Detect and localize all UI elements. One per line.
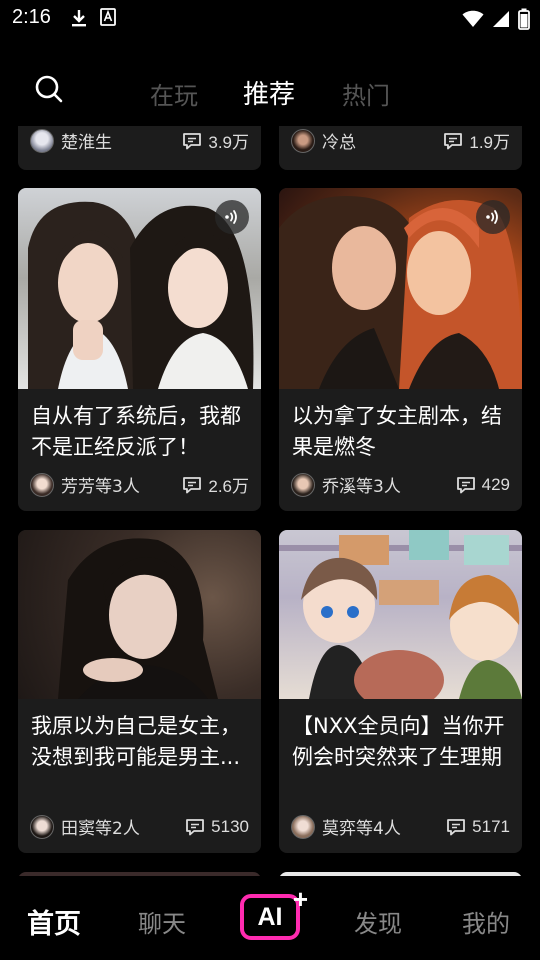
tab-hot[interactable]: 热门 — [342, 76, 390, 111]
comment-icon — [183, 476, 202, 493]
comment-icon — [183, 132, 202, 149]
comment-count: 2.6万 — [182, 472, 249, 497]
card-author: 冷总 — [291, 128, 356, 153]
count-value: 5171 — [472, 816, 510, 836]
voice-button[interactable] — [215, 200, 249, 234]
battery-icon — [518, 8, 530, 30]
status-bar: 2:16 — [0, 0, 540, 36]
avatar — [291, 814, 315, 839]
card-cover-image — [18, 530, 261, 699]
status-icons-right — [462, 8, 530, 30]
card-title: 【NXX全员向】当你开例会时突然来了生理期 — [292, 714, 505, 769]
card-author: 楚淮生 — [30, 128, 112, 153]
cover-illustration — [58, 538, 218, 699]
partial-card-left[interactable]: 楚淮生 3.9万 — [18, 126, 261, 170]
card-meta: 莫弈等4人 5171 — [291, 814, 510, 839]
card-meta: 芳芳等3人 2.6万 — [30, 472, 249, 497]
comment-icon — [456, 476, 475, 493]
status-time: 2:16 — [12, 6, 51, 28]
card-cover-image — [279, 530, 522, 699]
top-nav: 在玩 推荐 热门 — [0, 60, 540, 120]
avatar — [291, 472, 315, 497]
card-title: 自从有了系统后，我都不是正经反派了！ — [31, 404, 241, 459]
feed: 楚淮生 3.9万 冷总 1.9万 自从有了系统后，我都不是正经反派了！ 芳芳等3… — [0, 126, 540, 876]
count-value: 2.6万 — [208, 477, 249, 496]
download-icon — [72, 10, 86, 27]
story-card[interactable]: 自从有了系统后，我都不是正经反派了！ 芳芳等3人 2.6万 — [18, 188, 261, 511]
comment-count: 429 — [456, 475, 510, 495]
count-value: 5130 — [211, 816, 249, 836]
comment-count: 3.9万 — [182, 128, 249, 153]
voice-button[interactable] — [476, 200, 510, 234]
partial-card-right[interactable]: 冷总 1.9万 — [279, 126, 522, 170]
card-author: 芳芳等3人 — [30, 472, 140, 497]
plus-icon: + — [292, 884, 308, 914]
tab-recommended[interactable]: 推荐 — [243, 74, 295, 111]
comment-count: 5130 — [185, 817, 249, 837]
nav-home[interactable]: 首页 — [27, 902, 81, 941]
card-author: 乔溪等3人 — [291, 472, 401, 497]
avatar — [30, 472, 54, 497]
author-name: 冷总 — [322, 133, 356, 153]
story-card[interactable]: 我原以为自己是女主，没想到我可能是男主... 田窦等2人 5130 — [18, 530, 261, 853]
author-name: 楚淮生 — [61, 133, 112, 153]
card-title: 以为拿了女主剧本，结果是燃冬 — [292, 404, 502, 459]
signal-icon — [493, 11, 509, 27]
author-name: 田窦等2人 — [61, 819, 140, 839]
avatar — [291, 128, 315, 153]
card-cover-image — [279, 188, 522, 389]
nav-chat[interactable]: 聊天 — [138, 904, 186, 939]
card-meta: 田窦等2人 5130 — [30, 814, 249, 839]
tab-playing[interactable]: 在玩 — [150, 76, 198, 111]
card-meta: 冷总 1.9万 — [291, 128, 510, 153]
avatar — [30, 128, 54, 153]
card-meta: 楚淮生 3.9万 — [30, 128, 249, 153]
cover-illustration — [279, 530, 522, 699]
card-cover-image — [18, 188, 261, 389]
count-value: 3.9万 — [208, 133, 249, 152]
bottom-nav: 首页 聊天 AI + 发现 我的 — [0, 876, 540, 960]
sound-icon — [225, 210, 237, 224]
card-meta: 乔溪等3人 429 — [291, 472, 510, 497]
sound-icon — [486, 210, 498, 224]
search-button[interactable] — [34, 74, 64, 104]
nav-profile[interactable]: 我的 — [462, 904, 510, 939]
author-name: 芳芳等3人 — [61, 477, 140, 497]
card-author: 田窦等2人 — [30, 814, 140, 839]
card-author: 莫弈等4人 — [291, 814, 401, 839]
nav-ai-button[interactable]: AI + — [240, 884, 308, 940]
ai-label: AI — [257, 902, 283, 931]
wifi-icon — [462, 10, 484, 27]
author-name: 莫弈等4人 — [322, 819, 401, 839]
search-icon — [35, 75, 63, 103]
avatar — [30, 814, 54, 839]
font-a-icon — [100, 8, 116, 26]
comment-icon — [444, 132, 463, 149]
status-icons-left — [70, 8, 116, 28]
comment-count: 5171 — [446, 817, 510, 837]
comment-icon — [186, 818, 205, 835]
count-value: 429 — [481, 474, 510, 494]
comment-count: 1.9万 — [443, 128, 510, 153]
author-name: 乔溪等3人 — [322, 477, 401, 497]
story-card[interactable]: 【NXX全员向】当你开例会时突然来了生理期 莫弈等4人 5171 — [279, 530, 522, 853]
count-value: 1.9万 — [469, 133, 510, 152]
card-title: 我原以为自己是女主，没想到我可能是男主... — [31, 714, 241, 769]
comment-icon — [447, 818, 466, 835]
story-card[interactable]: 以为拿了女主剧本，结果是燃冬 乔溪等3人 429 — [279, 188, 522, 511]
nav-discover[interactable]: 发现 — [354, 904, 402, 939]
